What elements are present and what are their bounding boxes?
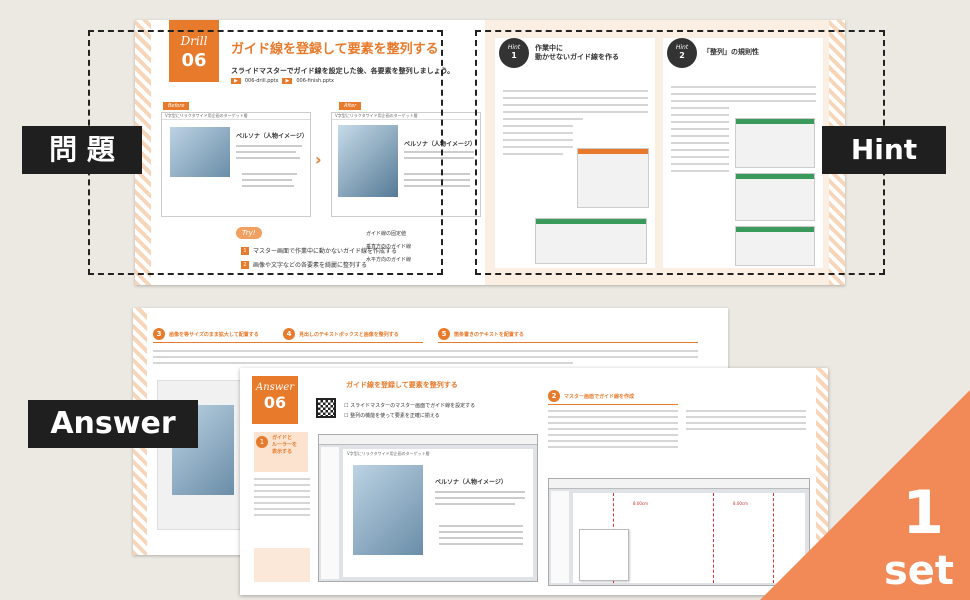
answer-task: ☐ スライドマスターのマスター画面でガイド線を設定する [344, 403, 476, 409]
section-rule [548, 404, 678, 405]
step2-heading: 2 マスター画面でガイド線を作成 [548, 390, 634, 402]
step-number: 1 [256, 436, 268, 448]
guide-value: 8.00cm [733, 501, 749, 506]
persona-title: ペルソナ（人物イメージ） [435, 479, 507, 486]
powerpoint-screenshot: V字型にリラクタワイド用企画のターゲット層 ペルソナ（人物イメージ） [318, 434, 538, 582]
section-rule [153, 342, 283, 343]
slide-header: V字型にリラクタワイド用企画のターゲット層 [347, 451, 430, 456]
step2-text [686, 410, 806, 434]
answer-task: ☐ 整列の機能を使って要素を正確に揃える [344, 413, 440, 419]
answer-label: Answer [28, 400, 198, 448]
answer-word: Answer [255, 382, 295, 393]
set-number: 1 [902, 478, 944, 548]
thumbnail-pane [321, 447, 339, 579]
answer-front-spread: Answer 06 ガイド線を登録して要素を整列する ☐ スライドマスターのマス… [240, 368, 828, 595]
step1-heading: 1 ガイドと ルーラーを 表示する [254, 432, 308, 472]
persona-photo [353, 465, 423, 555]
step1-text [254, 478, 310, 520]
step2-text [548, 410, 678, 452]
answer-number: 06 [263, 393, 287, 412]
section-heading: 5 箇条書きのテキストを配置する [438, 328, 524, 340]
section-heading: 4 見出しのテキストボックスと画像を整列する [283, 328, 399, 340]
ribbon [319, 435, 537, 445]
section-heading: 3 画像を等サイズのまま拡大して配置する [153, 328, 259, 340]
section-rule [438, 342, 698, 343]
note-box [254, 548, 310, 582]
body-text [153, 350, 698, 368]
slide-canvas: V字型にリラクタワイド用企画のターゲット層 ペルソナ（人物イメージ） [343, 449, 533, 577]
section-rule [283, 342, 423, 343]
set-word: set [883, 548, 954, 594]
hint-label: Hint [822, 126, 946, 174]
answer-title: ガイド線を登録して要素を整列する [346, 381, 458, 389]
step-title: ガイドと ルーラーを 表示する [272, 435, 298, 455]
ribbon [549, 479, 809, 489]
guide-line [713, 493, 714, 583]
powerpoint-screenshot: 8.00cm 8.00cm [548, 478, 810, 586]
guide-line [773, 493, 774, 583]
guide-value: 8.00cm [633, 501, 649, 506]
answer-tab: Answer 06 [252, 376, 298, 424]
problem-label: 問 題 [22, 126, 142, 174]
context-menu [579, 529, 629, 581]
qr-code-icon [316, 398, 336, 418]
thumbnail-pane [551, 491, 569, 583]
